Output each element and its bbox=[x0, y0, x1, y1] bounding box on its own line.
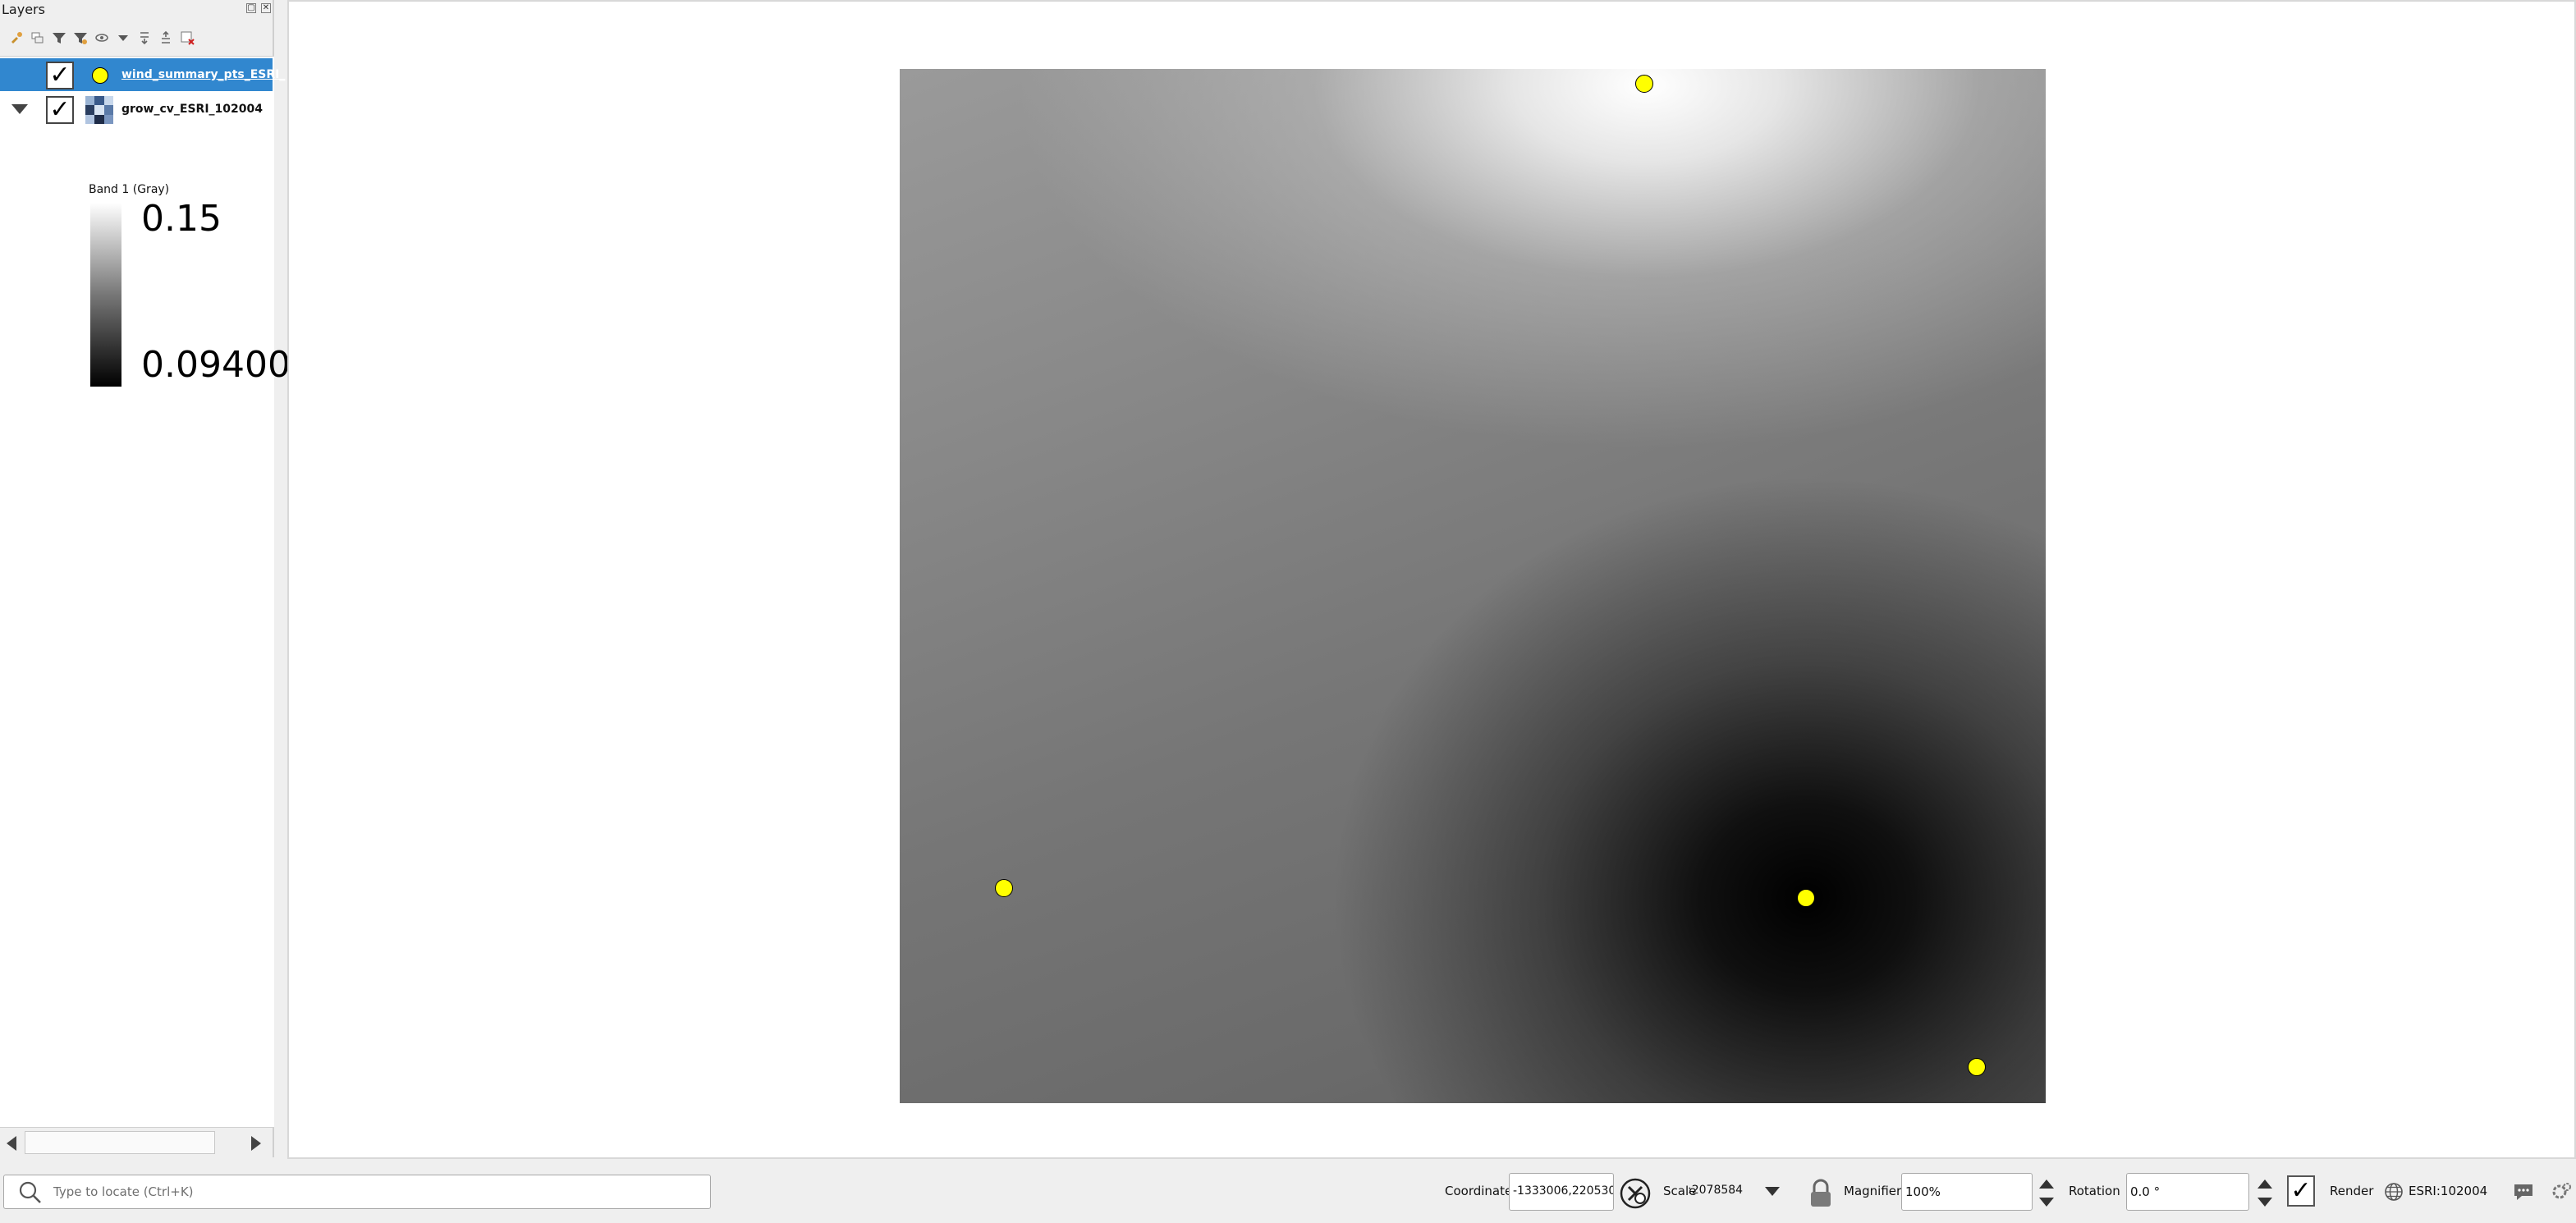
scrollbar-thumb[interactable] bbox=[25, 1131, 215, 1154]
status-bar: Coordinate -1333006,220530 Scale :207858… bbox=[0, 1161, 2576, 1223]
spin-down-icon[interactable] bbox=[2039, 1198, 2054, 1207]
remove-layer-icon[interactable] bbox=[179, 30, 195, 46]
map-point[interactable] bbox=[1635, 75, 1653, 93]
rotation-field[interactable]: 0.0 ° bbox=[2126, 1173, 2249, 1211]
messages-icon[interactable] bbox=[2512, 1180, 2535, 1203]
locator-bar[interactable] bbox=[3, 1175, 711, 1209]
rotation-label: Rotation bbox=[2069, 1184, 2120, 1198]
close-panel-icon[interactable]: ✕ bbox=[261, 3, 271, 13]
render-label: Render bbox=[2330, 1184, 2374, 1198]
legend-color-ramp bbox=[90, 203, 121, 387]
map-point[interactable] bbox=[995, 879, 1013, 897]
magnifier-label: Magnifier bbox=[1844, 1184, 1902, 1198]
spin-down-icon[interactable] bbox=[2257, 1198, 2272, 1207]
search-icon bbox=[19, 1181, 41, 1203]
map-canvas[interactable] bbox=[287, 0, 2576, 1159]
expand-all-icon[interactable] bbox=[136, 30, 153, 46]
filter-legend-icon[interactable] bbox=[51, 30, 67, 46]
layer-name: wind_summary_pts_ESRI_ bbox=[121, 68, 286, 81]
spin-up-icon[interactable] bbox=[2039, 1179, 2054, 1189]
chevron-down-icon[interactable] bbox=[1765, 1187, 1780, 1196]
add-group-icon[interactable] bbox=[30, 30, 46, 46]
dropdown-icon[interactable] bbox=[115, 30, 131, 46]
layer-visibility-checkbox[interactable]: ✓ bbox=[46, 96, 74, 124]
map-point[interactable] bbox=[1797, 889, 1815, 907]
layer-tree: ✓ wind_summary_pts_ESRI_ ✓ grow_cv_ESRI_… bbox=[0, 56, 291, 1128]
scroll-left-icon[interactable] bbox=[7, 1136, 16, 1151]
manage-visibility-icon[interactable] bbox=[94, 30, 110, 46]
layer-name: grow_cv_ESRI_102004 bbox=[121, 103, 263, 116]
collapse-all-icon[interactable] bbox=[158, 30, 174, 46]
spin-up-icon[interactable] bbox=[2257, 1179, 2272, 1189]
raster-layer-render bbox=[900, 69, 2046, 1103]
tasks-icon[interactable] bbox=[2550, 1180, 2573, 1203]
layers-toolbar bbox=[8, 28, 195, 48]
style-manager-icon[interactable] bbox=[8, 30, 25, 46]
layer-visibility-checkbox[interactable]: ✓ bbox=[46, 62, 74, 89]
crs-label[interactable]: ESRI:102004 bbox=[2409, 1184, 2487, 1198]
lock-scale-icon[interactable] bbox=[1806, 1177, 1836, 1210]
toggle-extents-icon[interactable] bbox=[1619, 1177, 1652, 1210]
scroll-right-icon[interactable] bbox=[251, 1136, 261, 1151]
rotation-spinner[interactable] bbox=[2253, 1173, 2276, 1211]
layers-panel: Layers ▢ ✕ ✓ wind_summary_pts_ESRI_ ✓ gr… bbox=[0, 0, 291, 1157]
layer-row-grow-cv[interactable]: ✓ grow_cv_ESRI_102004 bbox=[0, 93, 273, 126]
locator-input[interactable] bbox=[53, 1175, 702, 1208]
legend-max-value: 0.15 bbox=[141, 198, 222, 240]
horizontal-scrollbar[interactable] bbox=[0, 1128, 273, 1157]
coordinate-label: Coordinate bbox=[1445, 1184, 1513, 1198]
map-point[interactable] bbox=[1968, 1058, 1986, 1076]
legend-min-value: 0.09400 bbox=[141, 344, 291, 386]
magnifier-field[interactable]: 100% bbox=[1901, 1173, 2033, 1211]
coordinate-field[interactable]: -1333006,220530 bbox=[1509, 1173, 1614, 1211]
globe-icon[interactable] bbox=[2384, 1182, 2404, 1202]
collapse-arrow-icon[interactable] bbox=[11, 104, 28, 114]
legend-band-label: Band 1 (Gray) bbox=[89, 183, 170, 196]
layer-row-wind-summary[interactable]: ✓ wind_summary_pts_ESRI_ bbox=[0, 58, 285, 91]
filter-expression-icon[interactable] bbox=[72, 30, 89, 46]
float-panel-icon[interactable]: ▢ bbox=[246, 3, 256, 13]
point-symbol-icon bbox=[92, 67, 108, 84]
magnifier-spinner[interactable] bbox=[2034, 1173, 2057, 1211]
render-checkbox[interactable]: ✓ bbox=[2287, 1175, 2315, 1207]
raster-layer-icon bbox=[85, 96, 113, 124]
panel-title: Layers bbox=[2, 2, 45, 17]
